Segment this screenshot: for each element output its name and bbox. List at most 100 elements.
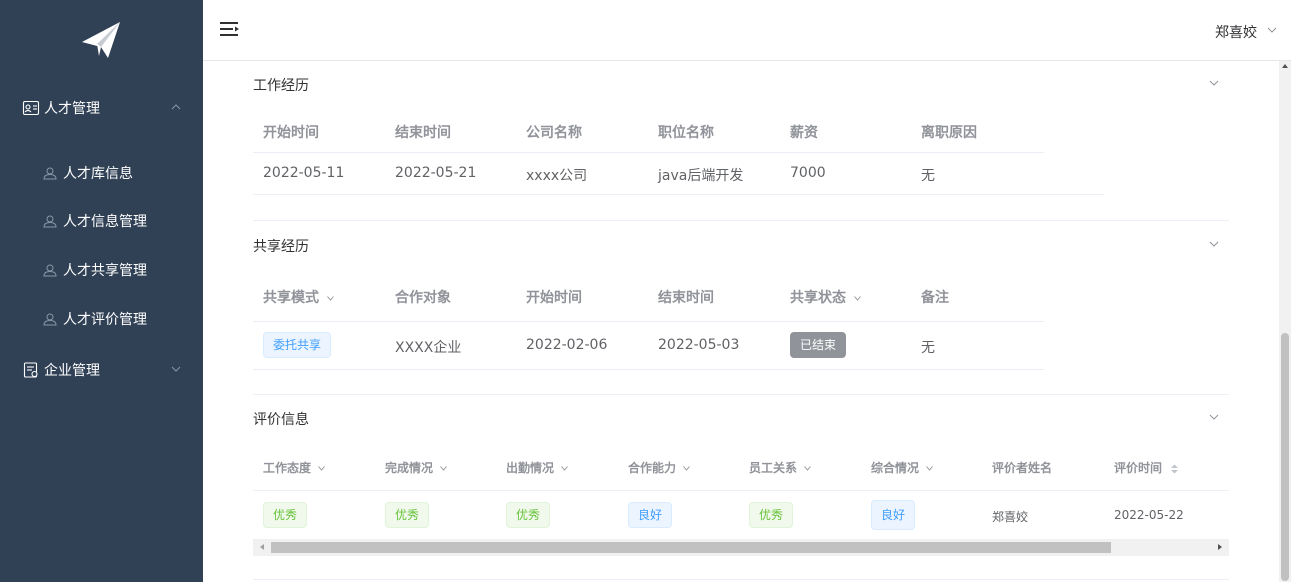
chevron-down-icon[interactable] [1267,26,1277,34]
chevron-down-icon [854,295,861,301]
horizontal-scroll-thumb[interactable] [271,542,1111,553]
chevron-down-icon[interactable] [1208,240,1220,248]
column-header-label: 评价时间 [1114,461,1163,475]
column-header-filterable[interactable]: 工作态度 [263,459,326,476]
section-divider [253,220,1229,221]
sidebar-item-label: 人才库信息 [63,166,133,182]
column-header-label: 完成情况 [385,461,434,475]
chevron-down-icon [926,466,934,471]
sidebar-item-label: 人才信息管理 [63,214,147,230]
row-divider [253,369,1044,370]
cell-start: 2022-05-11 [263,165,345,181]
column-header-label: 综合情况 [871,461,920,475]
column-header: 评价者姓名 [992,461,1053,475]
menu-group-enterprise[interactable]: 企业管理 [0,345,203,395]
cell-reason: 无 [921,168,935,184]
sort-icon[interactable] [1170,464,1179,474]
column-header: 公司名称 [526,125,582,141]
scroll-left-arrow-icon[interactable] [260,544,264,550]
sidebar: 人才管理 人才库信息 人才信息管理 人才共享管理 人才评价管理 企业管理 [0,0,203,582]
section-title-share-history: 共享经历 [253,239,309,255]
column-header-filterable[interactable]: 综合情况 [871,459,934,476]
cell-note: 无 [921,340,935,356]
rating-tag: 优秀 [749,502,794,528]
user-icon [43,264,57,277]
user-icon [43,313,57,326]
cell-position: java后端开发 [658,168,744,184]
menu-group-label: 企业管理 [44,363,100,379]
chevron-down-icon [683,466,691,471]
sidebar-item-label: 人才评价管理 [63,312,147,328]
column-header: 开始时间 [526,290,582,306]
column-header: 备注 [921,290,949,306]
column-header-label: 员工关系 [749,461,798,475]
cell-evaluator: 郑喜姣 [992,510,1029,524]
menu-group-talent[interactable]: 人才管理 [0,83,203,133]
user-name[interactable]: 郑喜姣 [1215,22,1257,42]
section-title-work-history: 工作经历 [253,78,309,94]
chevron-down-icon [804,466,812,471]
sidebar-item-talent-share[interactable]: 人才共享管理 [0,246,203,294]
column-header: 开始时间 [263,125,319,141]
sidebar-item-label: 人才共享管理 [63,263,147,279]
column-header-filterable[interactable]: 合作能力 [628,459,691,476]
row-divider [253,490,1229,491]
row-divider [253,152,1044,153]
row-divider [253,321,1044,322]
column-header-label: 出勤情况 [506,461,555,475]
sidebar-item-talent-evaluation[interactable]: 人才评价管理 [0,295,203,343]
status-badge: 已结束 [790,332,847,358]
rating-tag: 良好 [628,502,673,528]
column-header-filterable[interactable]: 共享状态 [790,287,861,307]
column-header-filterable[interactable]: 共享模式 [263,287,334,307]
hamburger-icon[interactable] [220,21,240,37]
column-header: 结束时间 [658,290,714,306]
building-document-icon [23,362,38,378]
cell-time: 2022-05-22 [1114,508,1184,522]
chevron-down-icon[interactable] [1208,79,1220,87]
cell-start: 2022-02-06 [526,337,608,353]
cell-end: 2022-05-21 [395,165,477,181]
cell-end: 2022-05-03 [658,337,740,353]
column-header-filterable[interactable]: 完成情况 [385,459,448,476]
chevron-down-icon [171,366,181,372]
user-icon [43,167,57,180]
cell-salary: 7000 [790,165,826,181]
sidebar-item-talent-info[interactable]: 人才信息管理 [0,197,203,245]
scroll-up-arrow-icon[interactable] [1282,64,1288,68]
rating-tag: 优秀 [263,502,308,528]
horizontal-scrollbar[interactable] [253,539,1229,556]
chevron-down-icon [440,466,448,471]
user-icon [43,215,57,228]
vertical-scroll-thumb[interactable] [1281,333,1289,581]
chevron-down-icon [327,295,334,301]
id-card-icon [22,100,40,116]
section-divider [253,579,1229,580]
chevron-up-icon [171,104,181,110]
main-content: 工作经历 开始时间 结束时间 公司名称 职位名称 薪资 离职原因 2022-05… [203,61,1279,582]
paper-plane-logo-icon [82,22,120,58]
column-header-filterable[interactable]: 员工关系 [749,459,812,476]
column-header-sortable[interactable]: 评价时间 [1114,459,1179,476]
chevron-down-icon[interactable] [1208,413,1220,421]
scroll-right-arrow-icon[interactable] [1218,544,1222,550]
section-title-evaluation: 评价信息 [253,412,309,428]
column-header-label: 合作能力 [628,461,677,475]
chevron-down-icon [318,466,326,471]
vertical-scrollbar[interactable] [1279,61,1291,582]
rating-tag: 良好 [871,500,916,530]
row-divider [253,194,1104,195]
column-header-filterable[interactable]: 出勤情况 [506,459,569,476]
column-header-label: 工作态度 [263,461,312,475]
share-mode-tag: 委托共享 [263,332,332,358]
column-header-label: 共享状态 [790,290,846,306]
sidebar-item-talent-pool[interactable]: 人才库信息 [0,149,203,197]
column-header: 离职原因 [921,125,977,141]
column-header: 结束时间 [395,125,451,141]
column-header-label: 共享模式 [263,290,319,306]
cell-partner: XXXX企业 [395,340,462,356]
cell-company: xxxx公司 [526,168,588,184]
chevron-down-icon [561,466,569,471]
rating-tag: 优秀 [385,502,430,528]
menu-group-label: 人才管理 [44,101,100,117]
